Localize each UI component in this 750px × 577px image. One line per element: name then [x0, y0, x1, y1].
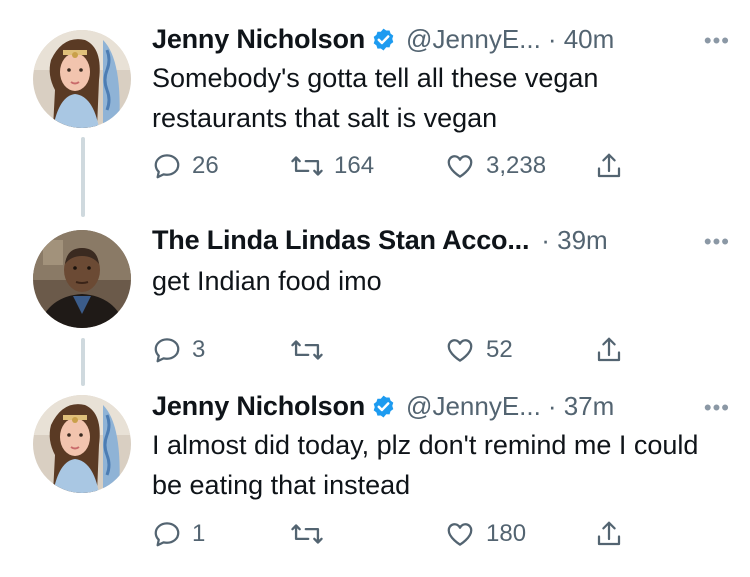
author-handle[interactable]: @JennyE... [406, 24, 541, 55]
avatar[interactable] [33, 30, 131, 128]
share-icon [597, 521, 621, 546]
tweet[interactable]: Jenny Nicholson @JennyE... · 40m ••• Som… [0, 0, 750, 200]
share-button[interactable] [594, 330, 624, 370]
like-count: 180 [486, 520, 527, 547]
verified-badge-icon [373, 28, 394, 50]
tweet[interactable]: Jenny Nicholson @JennyE... · 37m ••• I a… [0, 380, 750, 577]
author-name[interactable]: Jenny Nicholson [152, 391, 365, 422]
retweet-icon [291, 156, 323, 176]
heart-icon [447, 339, 473, 362]
tweet-text: Somebody's gotta tell all these vegan re… [152, 63, 599, 133]
tweet-text: get Indian food imo [152, 266, 382, 296]
tweet-timestamp[interactable]: · 39m [541, 225, 607, 256]
heart-icon [447, 523, 473, 546]
author-name[interactable]: The Linda Lindas Stan Acco... [152, 225, 529, 256]
retweet-button[interactable] [290, 514, 334, 554]
reply-count: 1 [192, 520, 206, 547]
author-name[interactable]: Jenny Nicholson [152, 24, 365, 55]
author-handle[interactable]: @JennyE... [406, 391, 541, 422]
reply-icon [154, 338, 180, 363]
retweet-icon [291, 524, 323, 544]
reply-button[interactable]: 26 [152, 146, 219, 186]
reply-count: 26 [192, 152, 219, 179]
more-options-icon[interactable]: ••• [704, 395, 730, 421]
heart-icon [447, 155, 473, 178]
like-count: 52 [486, 336, 513, 363]
more-options-icon[interactable]: ••• [704, 28, 730, 54]
reply-button[interactable]: 1 [152, 514, 205, 554]
tweet-text: I almost did today, plz don't remind me … [152, 430, 699, 500]
tweet-timestamp[interactable]: · 37m [548, 391, 614, 422]
reply-icon [154, 522, 180, 547]
reply-icon [154, 154, 180, 179]
retweet-icon [291, 340, 323, 360]
tweet[interactable]: The Linda Lindas Stan Acco... · 39m ••• … [0, 200, 750, 380]
reply-count: 3 [192, 336, 206, 363]
share-icon [597, 337, 621, 362]
avatar[interactable] [33, 395, 131, 493]
like-button[interactable]: 3,238 [444, 146, 546, 186]
more-options-icon[interactable]: ••• [704, 229, 730, 255]
share-button[interactable] [594, 514, 624, 554]
like-count: 3,238 [486, 152, 547, 179]
tweet-timestamp[interactable]: · 40m [548, 24, 614, 55]
verified-badge-icon [373, 395, 394, 417]
share-icon [597, 153, 621, 178]
retweet-button[interactable]: 164 [290, 146, 374, 186]
reply-button[interactable]: 3 [152, 330, 205, 370]
avatar[interactable] [33, 230, 131, 328]
like-button[interactable]: 180 [444, 514, 526, 554]
retweet-count: 164 [334, 152, 375, 179]
like-button[interactable]: 52 [444, 330, 513, 370]
retweet-button[interactable] [290, 330, 334, 370]
share-button[interactable] [594, 146, 624, 186]
